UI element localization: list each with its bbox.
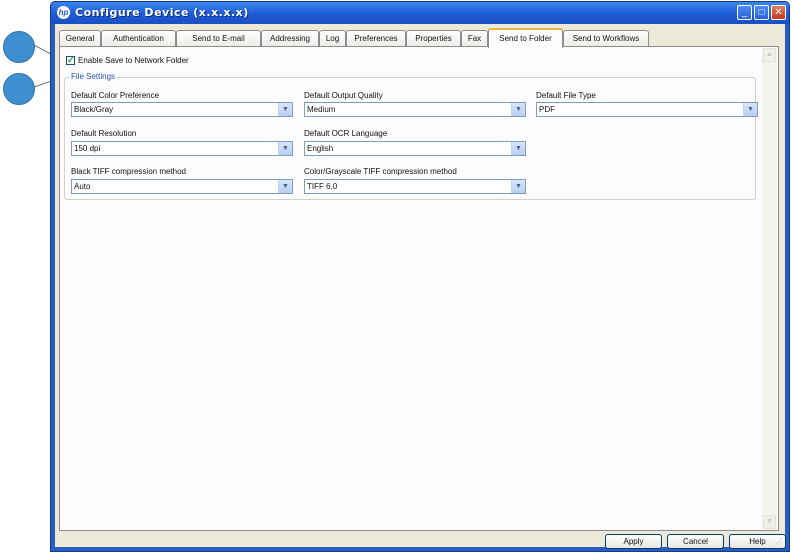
hp-logo-icon: hp xyxy=(57,6,70,19)
title-bar[interactable]: hp Configure Device (x.x.x.x) _ □ ✕ xyxy=(51,2,789,24)
tab-properties[interactable]: Properties xyxy=(406,30,461,47)
file-settings-legend: File Settings xyxy=(69,72,118,81)
resolution-select[interactable]: 150 dpi ▼ xyxy=(71,141,293,156)
resize-grip-icon[interactable]: ⋰ xyxy=(775,537,784,546)
output-quality-label: Default Output Quality xyxy=(304,91,383,100)
chevron-down-icon[interactable]: ▼ xyxy=(278,180,292,193)
ocr-language-select[interactable]: English ▼ xyxy=(304,141,526,156)
color-tiff-value: TIFF 6.0 xyxy=(307,182,338,191)
tab-addressing[interactable]: Addressing xyxy=(261,30,319,47)
file-type-value: PDF xyxy=(539,105,555,114)
dialog-client-area: General Authentication Send to E-mail Ad… xyxy=(55,24,786,549)
chevron-down-icon[interactable]: ▼ xyxy=(511,103,525,116)
black-tiff-select[interactable]: Auto ▼ xyxy=(71,179,293,194)
black-tiff-label: Black TIFF compression method xyxy=(71,167,187,176)
color-preference-label: Default Color Preference xyxy=(71,91,160,100)
chevron-down-icon[interactable]: ▼ xyxy=(278,103,292,116)
resolution-label: Default Resolution xyxy=(71,129,137,138)
color-tiff-label: Color/Grayscale TIFF compression method xyxy=(304,167,457,176)
apply-button[interactable]: Apply xyxy=(605,534,662,549)
chevron-down-icon[interactable]: ▼ xyxy=(743,103,757,116)
black-tiff-value: Auto xyxy=(74,182,91,191)
output-quality-select[interactable]: Medium ▼ xyxy=(304,102,526,117)
file-settings-group: File Settings Default Color Preference B… xyxy=(64,72,758,200)
ocr-language-label: Default OCR Language xyxy=(304,129,388,138)
minimize-button[interactable]: _ xyxy=(737,5,752,20)
tab-fax[interactable]: Fax xyxy=(461,30,488,47)
window-title: Configure Device (x.x.x.x) xyxy=(75,6,249,19)
tab-preferences[interactable]: Preferences xyxy=(346,30,406,47)
tab-send-to-email[interactable]: Send to E-mail xyxy=(176,30,261,47)
tab-send-to-workflows[interactable]: Send to Workflows xyxy=(563,30,649,47)
scroll-down-icon[interactable]: ▼ xyxy=(763,515,776,529)
enable-save-checkbox[interactable]: ✓ xyxy=(66,56,75,65)
chevron-down-icon[interactable]: ▼ xyxy=(278,142,292,155)
color-preference-value: Black/Gray xyxy=(74,105,114,114)
tab-send-to-folder[interactable]: Send to Folder xyxy=(488,28,563,48)
file-type-label: Default File Type xyxy=(536,91,596,100)
chevron-down-icon[interactable]: ▼ xyxy=(511,180,525,193)
tab-general[interactable]: General xyxy=(59,30,101,47)
enable-save-label: Enable Save to Network Folder xyxy=(78,56,189,65)
color-preference-select[interactable]: Black/Gray ▼ xyxy=(71,102,293,117)
resolution-value: 150 dpi xyxy=(74,144,101,153)
ocr-language-value: English xyxy=(307,144,334,153)
color-tiff-select[interactable]: TIFF 6.0 ▼ xyxy=(304,179,526,194)
tab-log[interactable]: Log xyxy=(319,30,346,47)
send-to-folder-panel: ✓ Enable Save to Network Folder File Set… xyxy=(59,46,779,531)
close-button[interactable]: ✕ xyxy=(771,5,786,20)
file-type-select[interactable]: PDF ▼ xyxy=(536,102,758,117)
chevron-down-icon[interactable]: ▼ xyxy=(511,142,525,155)
maximize-button[interactable]: □ xyxy=(754,5,769,20)
configure-device-window: hp Configure Device (x.x.x.x) _ □ ✕ Gene… xyxy=(50,1,790,552)
scroll-up-icon[interactable]: ▲ xyxy=(763,48,776,62)
tab-authentication[interactable]: Authentication xyxy=(101,30,176,47)
vertical-scrollbar[interactable]: ▲ ▼ xyxy=(762,48,777,529)
output-quality-value: Medium xyxy=(307,105,336,114)
cancel-button[interactable]: Cancel xyxy=(667,534,724,549)
